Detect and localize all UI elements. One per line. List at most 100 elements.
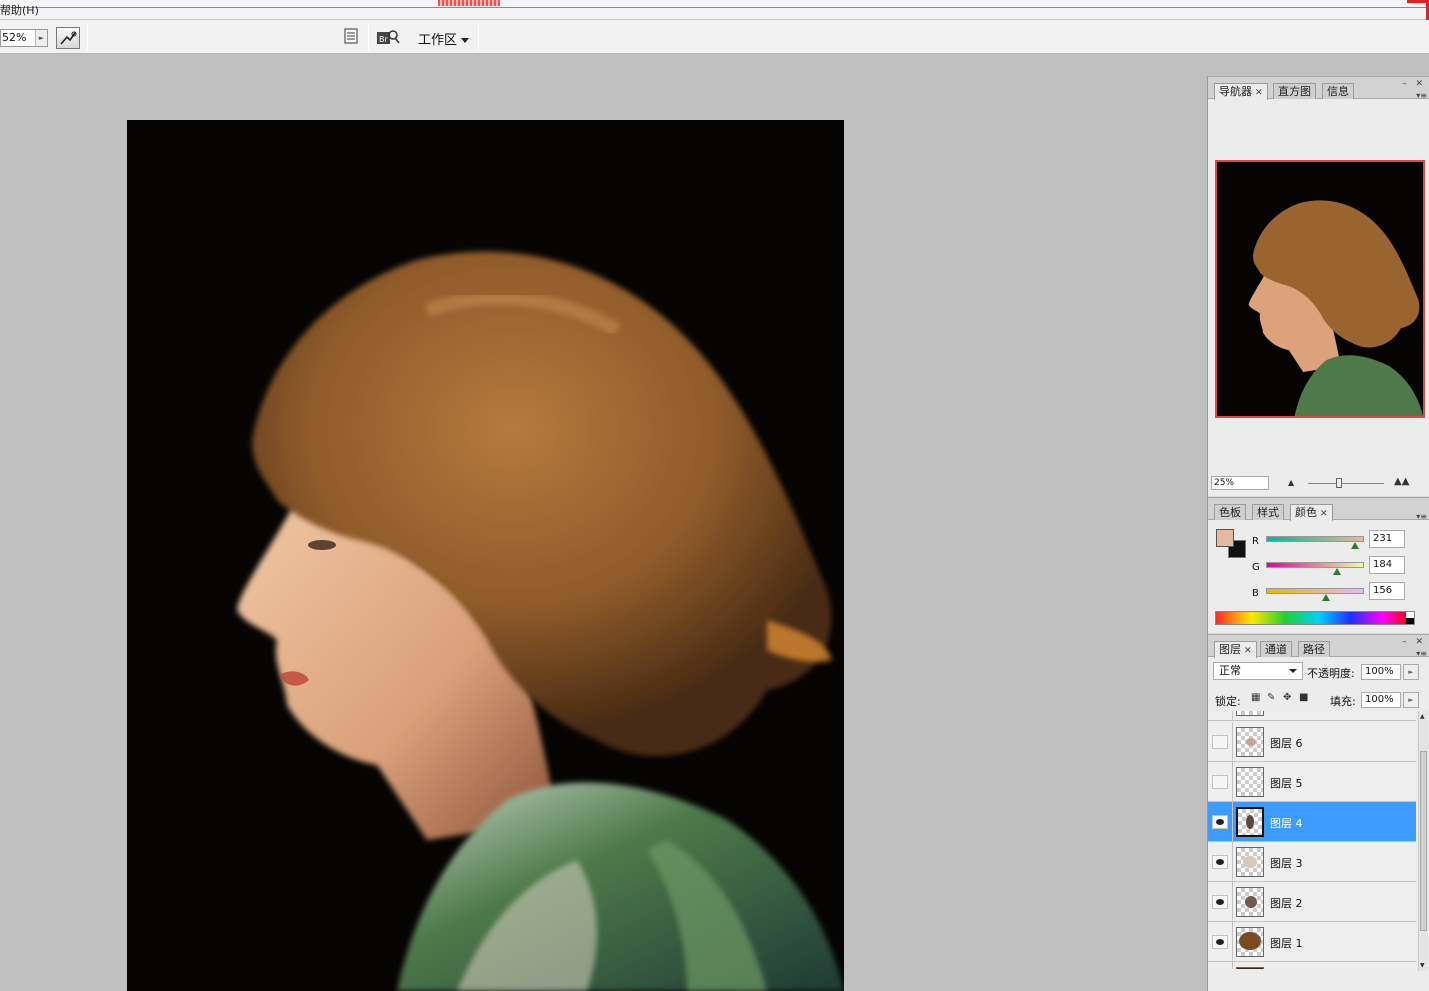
tab-label: 图层 [1219, 643, 1241, 656]
lock-position-icon[interactable]: ✥ [1283, 692, 1291, 703]
green-slider-knob[interactable] [1332, 568, 1341, 575]
separator [1232, 882, 1233, 922]
opacity-input[interactable]: 100% [1361, 664, 1401, 680]
blue-slider[interactable] [1266, 588, 1364, 594]
airbrush-toggle-button[interactable] [56, 27, 80, 49]
layer-row-selected[interactable]: 图层 4 [1208, 802, 1416, 842]
layers-tab-row: 图层 ✕ 通道 路径 – ✕ ▾≡ [1208, 635, 1429, 658]
layer-row[interactable]: 图层 6 [1208, 722, 1416, 762]
zoom-in-icon[interactable]: ▲▲ [1394, 476, 1409, 487]
tab-label: 直方图 [1278, 85, 1311, 98]
scrollbar-thumb[interactable] [1420, 751, 1427, 931]
minimize-icon[interactable]: – ✕ [1402, 79, 1426, 89]
layers-panel: 图层 ✕ 通道 路径 – ✕ ▾≡ 正常 不透明度: 100% ► 锁定: ▦ ✎… [1208, 634, 1429, 991]
close-icon[interactable]: ✕ [1244, 646, 1252, 656]
close-icon[interactable]: ✕ [1255, 88, 1263, 98]
layer-row[interactable]: 图层 1 [1208, 922, 1416, 962]
tab-color[interactable]: 颜色 ✕ [1290, 504, 1333, 521]
layer-row[interactable]: 图层 5 [1208, 762, 1416, 802]
navigator-preview[interactable] [1215, 160, 1425, 418]
layer-thumbnail [1236, 727, 1264, 757]
red-value-input[interactable]: 231 [1369, 530, 1405, 548]
tab-channels[interactable]: 通道 [1260, 641, 1292, 657]
minimize-icon[interactable]: – ✕ [1402, 637, 1426, 647]
panel-menu-icon[interactable]: ▾≡ [1416, 91, 1427, 100]
document-icon [344, 28, 358, 44]
layer-row[interactable]: 图层 3 [1208, 842, 1416, 882]
layer-row-partial[interactable] [1208, 962, 1416, 969]
fill-input[interactable]: 100% [1361, 692, 1401, 708]
zoom-arrow-icon[interactable]: ► [35, 30, 47, 46]
layers-scrollbar[interactable]: ▲ ▼ [1418, 711, 1428, 971]
document-canvas[interactable] [127, 120, 844, 991]
foreground-color-swatch[interactable] [1216, 529, 1234, 547]
tab-histogram[interactable]: 直方图 [1273, 83, 1316, 99]
bridge-button[interactable]: Br [376, 28, 400, 46]
tab-label: 路径 [1303, 643, 1325, 656]
separator [87, 24, 88, 50]
zoom-input[interactable]: 52% ► [0, 29, 48, 47]
tab-info[interactable]: 信息 [1322, 83, 1354, 99]
workspace-menu[interactable]: 工作区 [418, 29, 470, 48]
tab-layers[interactable]: 图层 ✕ [1214, 641, 1257, 658]
scroll-down-icon[interactable]: ▼ [1420, 962, 1425, 969]
green-value-input[interactable]: 184 [1369, 556, 1405, 574]
tab-paths[interactable]: 路径 [1298, 641, 1330, 657]
tab-swatches[interactable]: 色板 [1214, 504, 1246, 520]
opacity-arrow-icon[interactable]: ► [1403, 664, 1419, 680]
layer-thumbnail [1236, 711, 1264, 716]
blue-channel-row: B 156 [1208, 582, 1429, 606]
visibility-toggle[interactable] [1212, 775, 1228, 789]
panel-menu-icon[interactable]: ▾≡ [1416, 512, 1427, 521]
eye-icon[interactable] [1212, 935, 1228, 949]
options-bar: 52% ► Br 工作区 [0, 20, 1429, 54]
close-icon[interactable]: ✕ [1320, 509, 1328, 519]
navigator-zoom-knob[interactable] [1336, 478, 1342, 488]
separator [1232, 962, 1233, 969]
blend-mode-select[interactable]: 正常 [1213, 662, 1303, 680]
tab-label: 导航器 [1219, 85, 1252, 98]
layer-thumbnail [1236, 847, 1264, 877]
tab-label: 色板 [1219, 506, 1241, 519]
red-slider-knob[interactable] [1350, 542, 1359, 549]
lock-pixels-icon[interactable]: ✎ [1267, 692, 1275, 703]
lock-all-icon[interactable]: ■ [1299, 692, 1308, 703]
layer-thumbnail [1236, 807, 1264, 837]
layer-name: 图层 3 [1270, 857, 1303, 870]
eye-icon[interactable] [1212, 855, 1228, 869]
palette-well-button[interactable] [343, 28, 361, 46]
tab-label: 信息 [1327, 85, 1349, 98]
eye-icon[interactable] [1212, 815, 1228, 829]
scroll-up-icon[interactable]: ▲ [1420, 713, 1425, 720]
visibility-toggle[interactable] [1212, 735, 1228, 749]
tab-label: 样式 [1257, 506, 1279, 519]
zoom-value: 52% [2, 31, 27, 44]
blue-slider-knob[interactable] [1321, 594, 1330, 601]
layer-name: 图层 2 [1270, 897, 1303, 910]
tab-label: 颜色 [1295, 506, 1317, 519]
separator [1232, 711, 1233, 721]
fill-arrow-icon[interactable]: ► [1403, 692, 1419, 708]
black-white-swatch[interactable] [1406, 612, 1414, 624]
lock-transparency-icon[interactable]: ▦ [1251, 692, 1260, 703]
layer-row-partial[interactable] [1208, 711, 1416, 721]
fill-label: 填充: [1330, 695, 1356, 708]
green-slider[interactable] [1266, 562, 1364, 568]
opacity-label: 不透明度: [1307, 667, 1355, 680]
green-label: G [1252, 562, 1260, 573]
eye-icon[interactable] [1212, 895, 1228, 909]
layer-name: 图层 5 [1270, 777, 1303, 790]
tab-styles[interactable]: 样式 [1252, 504, 1284, 520]
navigator-zoom-slider[interactable] [1308, 483, 1384, 484]
red-slider[interactable] [1266, 536, 1364, 542]
color-spectrum-bar[interactable] [1215, 611, 1415, 625]
navigator-zoom-input[interactable]: 25% [1211, 476, 1269, 490]
zoom-out-icon[interactable]: ▲ [1288, 478, 1294, 487]
tab-navigator[interactable]: 导航器 ✕ [1214, 83, 1268, 100]
color-panel: 色板 样式 颜色 ✕ ▾≡ R 231 G 184 B 156 [1208, 497, 1429, 633]
blue-value-input[interactable]: 156 [1369, 582, 1405, 600]
panel-menu-icon[interactable]: ▾≡ [1416, 649, 1427, 658]
layer-row[interactable]: 图层 2 [1208, 882, 1416, 922]
menu-help[interactable]: 帮助(H) [0, 2, 39, 18]
bridge-icon: Br [377, 30, 400, 44]
